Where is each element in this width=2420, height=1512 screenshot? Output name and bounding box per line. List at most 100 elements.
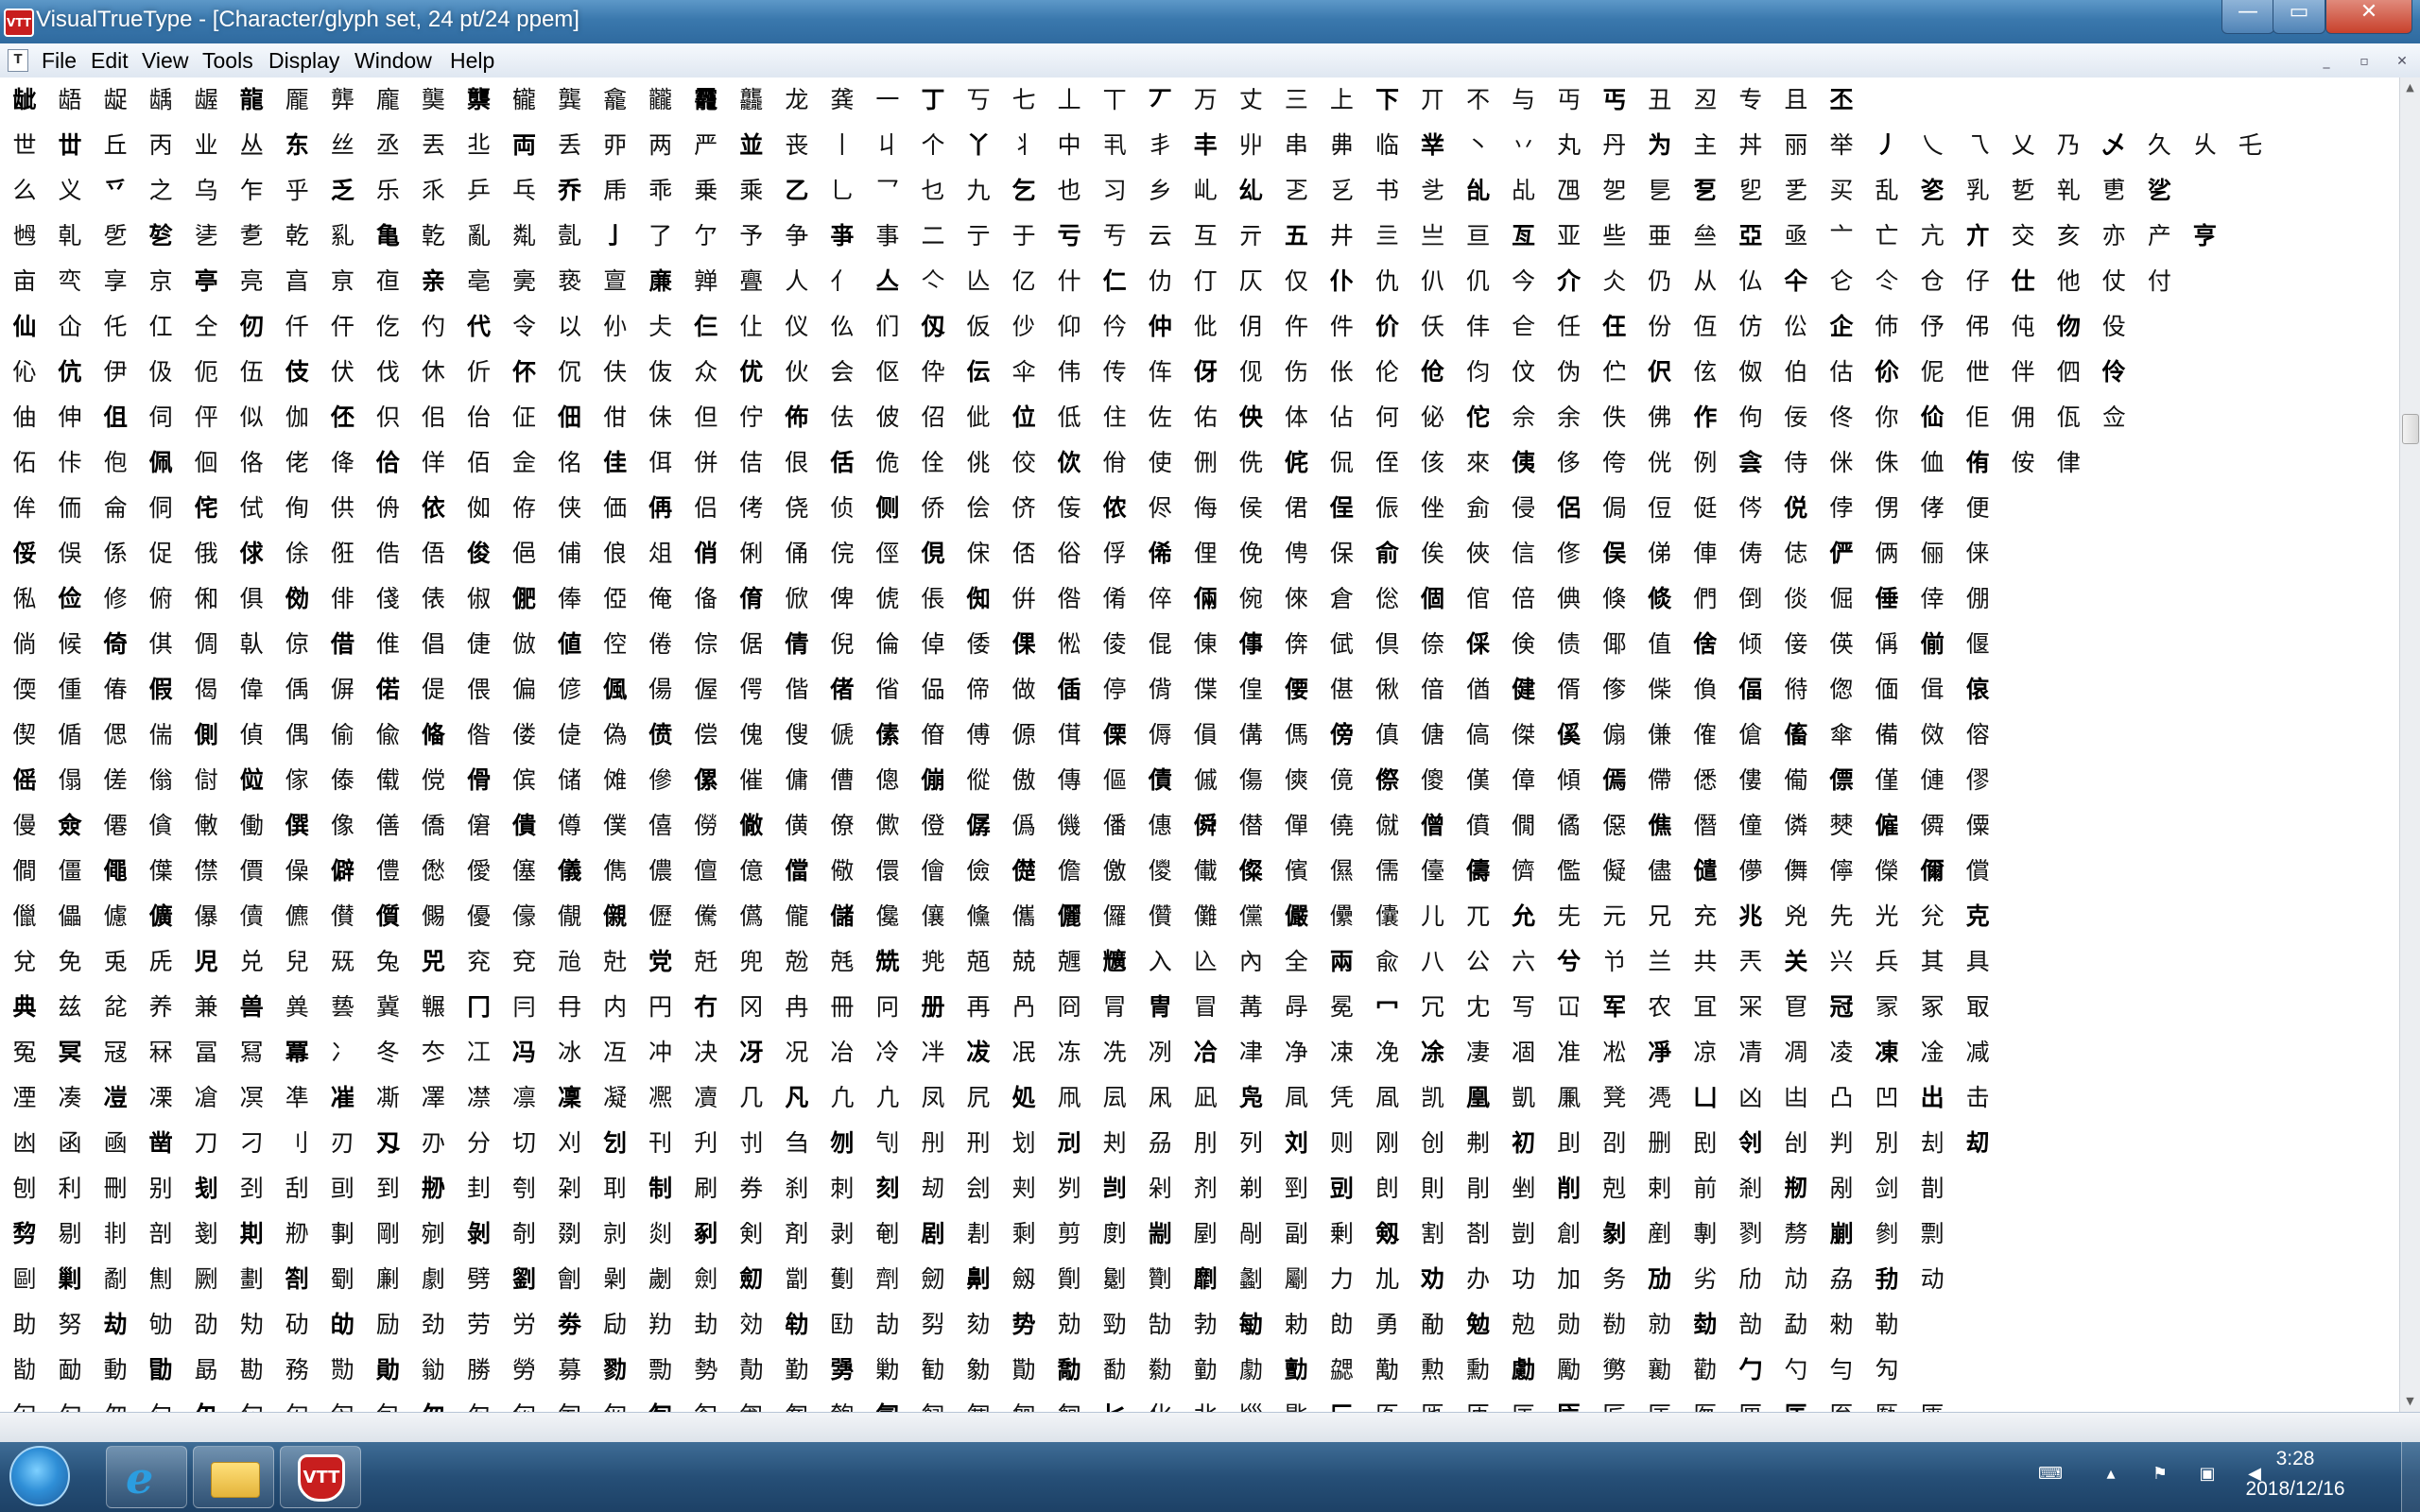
glyph-cell[interactable]: 勇 (1369, 1306, 1407, 1344)
glyph-cell[interactable]: 剳 (1460, 1215, 1497, 1253)
glyph-cell[interactable]: 乙 (778, 172, 816, 210)
glyph-cell[interactable]: 个 (914, 127, 952, 164)
glyph-cell[interactable]: 儤 (187, 898, 225, 936)
glyph-cell[interactable]: 冚 (1550, 988, 1588, 1026)
glyph-cell[interactable]: 勏 (1732, 1306, 1770, 1344)
glyph-cell[interactable]: 僘 (733, 807, 770, 845)
glyph-cell[interactable]: 凥 (959, 1079, 997, 1117)
glyph-cell[interactable]: 仅 (1277, 263, 1315, 301)
glyph-cell[interactable]: 以 (551, 308, 589, 346)
glyph-cell[interactable]: 剧 (914, 1215, 952, 1253)
glyph-cell[interactable]: 侬 (1096, 490, 1133, 527)
glyph-cell[interactable]: 兏 (142, 943, 180, 981)
menu-tools[interactable]: Tools (202, 47, 253, 74)
glyph-cell[interactable]: 僰 (1823, 807, 1860, 845)
glyph-cell[interactable]: 倊 (1369, 580, 1407, 618)
glyph-cell[interactable]: 劏 (778, 1261, 816, 1298)
glyph-cell[interactable]: 代 (460, 308, 498, 346)
glyph-cell[interactable]: 仃 (1186, 263, 1224, 301)
glyph-cell[interactable]: 倬 (914, 626, 952, 663)
glyph-cell[interactable]: 剩 (1005, 1215, 1043, 1253)
glyph-cell[interactable]: 伾 (323, 399, 361, 437)
glyph-cell[interactable]: 匜 (1414, 1397, 1452, 1412)
glyph-cell[interactable]: 剱 (1369, 1215, 1407, 1253)
glyph-cell[interactable]: 冲 (642, 1034, 680, 1072)
glyph-cell[interactable]: 别 (142, 1170, 180, 1208)
glyph-cell[interactable]: 龓 (506, 81, 544, 119)
glyph-cell[interactable]: 傷 (1232, 762, 1270, 799)
glyph-cell[interactable]: 促 (142, 535, 180, 573)
glyph-cell[interactable]: 仍 (1641, 263, 1679, 301)
glyph-cell[interactable]: 冻 (1050, 1034, 1088, 1072)
glyph-cell[interactable]: 七 (1005, 81, 1043, 119)
glyph-cell[interactable]: 仩 (733, 308, 770, 346)
glyph-cell[interactable]: 勄 (1232, 1306, 1270, 1344)
glyph-cell[interactable]: 匛 (1369, 1397, 1407, 1412)
glyph-cell[interactable]: 偝 (1141, 671, 1179, 709)
glyph-cell[interactable]: 再 (959, 988, 997, 1026)
glyph-cell[interactable]: 剷 (1641, 1215, 1679, 1253)
glyph-cell[interactable]: 龗 (687, 81, 725, 119)
glyph-cell[interactable]: 剢 (687, 1215, 725, 1253)
glyph-cell[interactable]: 剗 (187, 1215, 225, 1253)
glyph-cell[interactable]: 像 (323, 807, 361, 845)
glyph-cell[interactable]: 俸 (551, 580, 589, 618)
taskbar-explorer-button[interactable] (193, 1446, 274, 1508)
glyph-cell[interactable]: 價 (233, 852, 270, 890)
glyph-cell[interactable]: 剁 (1141, 1170, 1179, 1208)
glyph-cell[interactable]: 儾 (1369, 898, 1407, 936)
glyph-cell[interactable]: 冤 (6, 1034, 43, 1072)
glyph-cell[interactable]: 包 (369, 1397, 406, 1412)
glyph-cell[interactable]: 刚 (1369, 1125, 1407, 1162)
glyph-cell[interactable]: 六 (1505, 943, 1543, 981)
glyph-cell[interactable]: 儣 (142, 898, 180, 936)
glyph-cell[interactable]: 刷 (687, 1170, 725, 1208)
glyph-cell[interactable]: 傳 (1050, 762, 1088, 799)
glyph-cell[interactable]: 仞 (233, 308, 270, 346)
glyph-cell[interactable]: 伳 (1959, 353, 1996, 391)
glyph-cell[interactable]: 匡 (1641, 1397, 1679, 1412)
glyph-cell[interactable]: 僐 (369, 807, 406, 845)
glyph-cell[interactable]: 佚 (1596, 399, 1634, 437)
glyph-cell[interactable]: 匁 (187, 1397, 225, 1412)
glyph-cell[interactable]: 凊 (1732, 1034, 1770, 1072)
glyph-cell[interactable]: 冟 (1777, 988, 1815, 1026)
glyph-cell[interactable]: 佳 (596, 444, 634, 482)
glyph-cell[interactable]: 側 (187, 716, 225, 754)
glyph-cell[interactable]: 倵 (1322, 626, 1360, 663)
glyph-cell[interactable]: 勯 (1277, 1351, 1315, 1389)
glyph-cell[interactable]: 偛 (1050, 671, 1088, 709)
glyph-cell[interactable]: 佼 (1005, 444, 1043, 482)
menu-file[interactable]: File (42, 47, 77, 74)
glyph-cell[interactable]: 丢 (551, 127, 589, 164)
glyph-cell[interactable]: 僅 (1868, 762, 1906, 799)
glyph-cell[interactable]: 匝 (1460, 1397, 1497, 1412)
glyph-cell[interactable]: 偤 (1460, 671, 1497, 709)
glyph-cell[interactable]: 冇 (687, 988, 725, 1026)
glyph-cell[interactable]: 凴 (1641, 1079, 1679, 1117)
glyph-cell[interactable]: 侒 (2004, 444, 2042, 482)
glyph-cell[interactable]: 伯 (1777, 353, 1815, 391)
glyph-cell[interactable]: 凍 (1868, 1034, 1906, 1072)
glyph-cell[interactable]: 乳 (1959, 172, 1996, 210)
glyph-cell[interactable]: 僴 (6, 852, 43, 890)
glyph-cell[interactable]: 匑 (914, 1397, 952, 1412)
glyph-cell[interactable]: 亵 (551, 263, 589, 301)
title-bar[interactable]: VTT VisualTrueType - [Character/glyph se… (0, 0, 2420, 43)
start-button[interactable] (9, 1446, 70, 1506)
glyph-cell[interactable]: 凅 (1505, 1034, 1543, 1072)
glyph-cell[interactable]: 信 (1505, 535, 1543, 573)
glyph-cell[interactable]: 龋 (142, 81, 180, 119)
glyph-cell[interactable]: 值 (1641, 626, 1679, 663)
glyph-cell[interactable]: 劍 (687, 1261, 725, 1298)
glyph-cell[interactable]: 傒 (1550, 716, 1588, 754)
glyph-cell[interactable]: 倶 (1369, 626, 1407, 663)
glyph-cell[interactable]: 勑 (1823, 1306, 1860, 1344)
glyph-cell[interactable]: 儁 (596, 852, 634, 890)
glyph-cell[interactable]: 剆 (1369, 1170, 1407, 1208)
glyph-cell[interactable]: 侘 (187, 490, 225, 527)
glyph-cell[interactable]: 伏 (323, 353, 361, 391)
glyph-cell[interactable]: 住 (1096, 399, 1133, 437)
glyph-cell[interactable]: 侃 (1322, 444, 1360, 482)
glyph-cell[interactable]: 兟 (869, 943, 907, 981)
